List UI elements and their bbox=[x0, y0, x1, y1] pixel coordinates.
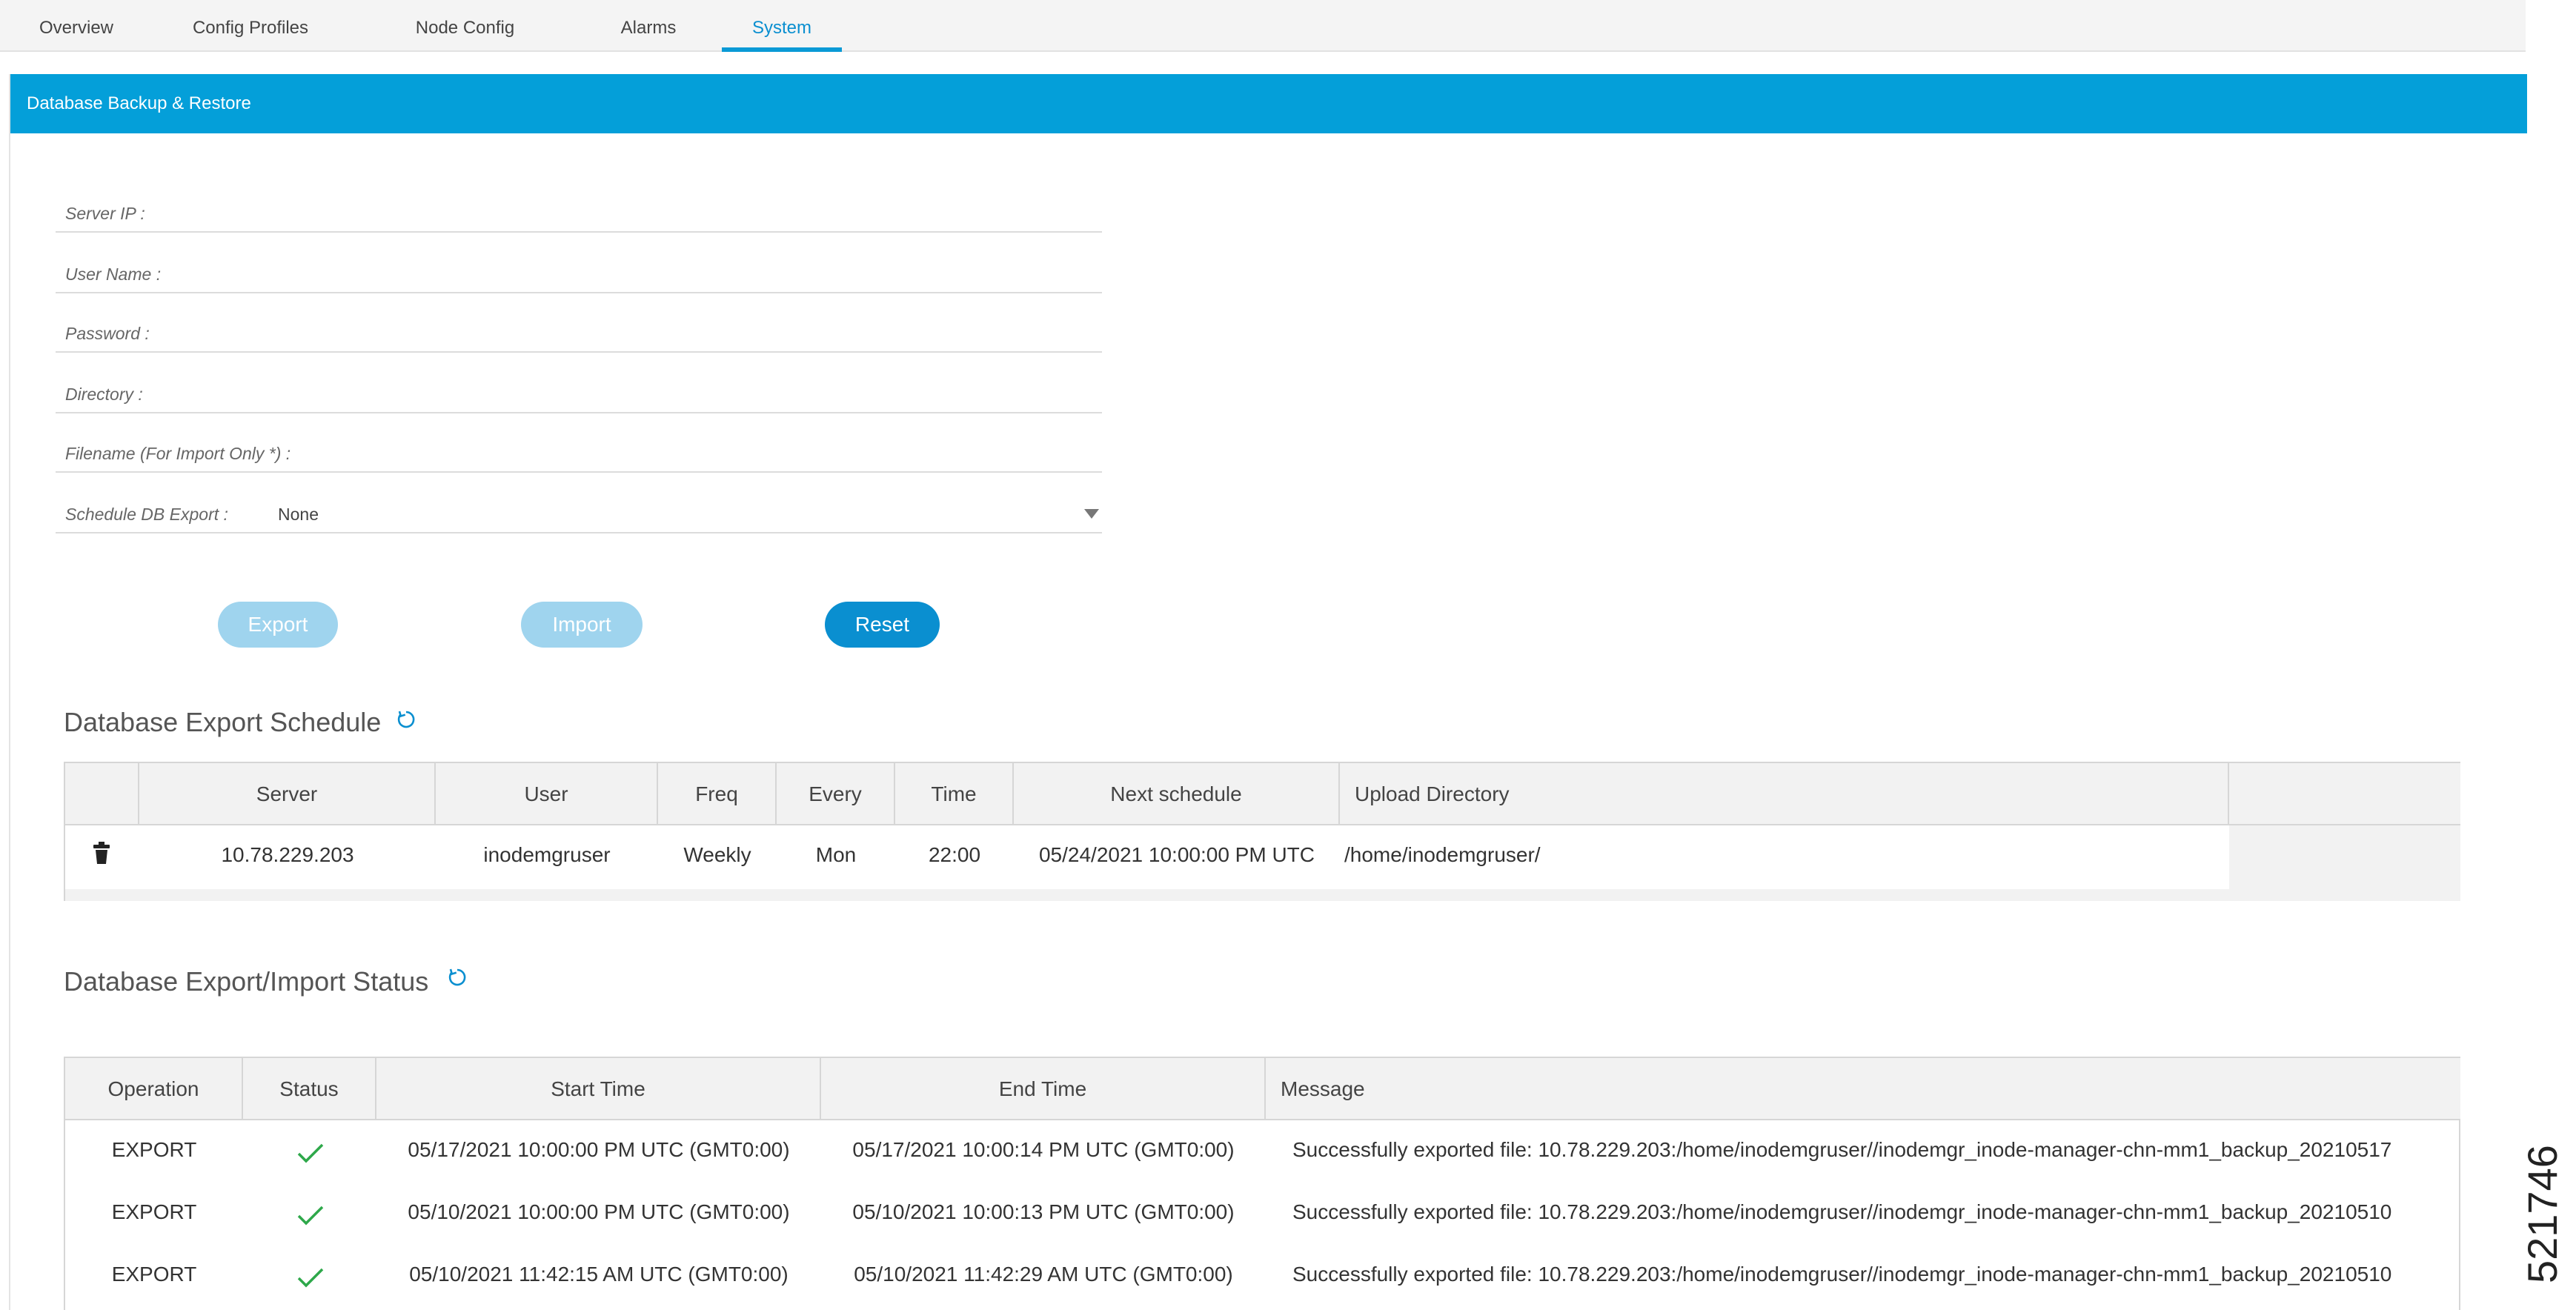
top-tab-bar: Overview Config Profiles Node Config Ala… bbox=[0, 0, 2526, 52]
filename-label: Filename (For Import Only *) : bbox=[65, 444, 291, 463]
user-name-input[interactable] bbox=[226, 261, 1063, 287]
column-header-time: Time bbox=[895, 763, 1014, 825]
cell-end-time: 05/10/2021 11:42:29 AM UTC (GMT0:00) bbox=[854, 1263, 1233, 1286]
export-schedule-table: Server User Freq Every Time Next schedul… bbox=[64, 762, 2460, 901]
export-import-status-table: Operation Status Start Time End Time Mes… bbox=[64, 1057, 2460, 1310]
cell-upload-directory: /home/inodemgruser/ bbox=[1344, 843, 1541, 866]
cell-next-schedule: 05/24/2021 10:00:00 PM UTC bbox=[1038, 843, 1315, 866]
cell-message: Successfully exported file: 10.78.229.20… bbox=[1292, 1200, 2392, 1223]
export-schedule-title: Database Export Schedule bbox=[64, 707, 382, 737]
schedule-db-export-value: None bbox=[278, 505, 319, 524]
table-row: EXPORT 05/17/2021 10:00:00 PM UTC (GMT0:… bbox=[65, 1120, 2460, 1183]
cell-message: Successfully exported file: 10.78.229.20… bbox=[1292, 1263, 2392, 1286]
directory-label: Directory : bbox=[65, 385, 143, 404]
cell-operation: EXPORT bbox=[111, 1138, 197, 1161]
caret-down-icon bbox=[1084, 509, 1099, 519]
user-name-field: User Name : bbox=[56, 253, 1102, 293]
import-button[interactable]: Import bbox=[521, 602, 643, 648]
refresh-icon[interactable] bbox=[396, 710, 416, 729]
column-header-extra bbox=[2229, 763, 2460, 825]
checkmark-icon bbox=[297, 1268, 324, 1288]
export-button[interactable]: Export bbox=[218, 602, 338, 648]
tab-config-profiles[interactable]: Config Profiles bbox=[178, 0, 323, 52]
server-ip-label: Server IP : bbox=[65, 204, 145, 223]
tab-alarms[interactable]: Alarms bbox=[604, 0, 693, 52]
directory-input[interactable] bbox=[226, 381, 1063, 408]
schedule-db-export-select[interactable]: Schedule DB Export : None bbox=[56, 493, 1102, 533]
cell-operation: EXPORT bbox=[111, 1263, 197, 1286]
cell-server: 10.78.229.203 bbox=[221, 843, 354, 866]
cell-start-time: 05/10/2021 10:00:00 PM UTC (GMT0:00) bbox=[408, 1200, 790, 1223]
row-bottom-band bbox=[65, 889, 2229, 901]
column-header-operation: Operation bbox=[65, 1058, 243, 1120]
cell-start-time: 05/17/2021 10:00:00 PM UTC (GMT0:00) bbox=[408, 1138, 790, 1161]
tab-system[interactable]: System bbox=[722, 0, 842, 52]
table-row: EXPORT 05/10/2021 10:00:00 PM UTC (GMT0:… bbox=[65, 1183, 2460, 1245]
filename-field: Filename (For Import Only *) : bbox=[56, 433, 1102, 473]
column-header-freq: Freq bbox=[658, 763, 777, 825]
password-label: Password : bbox=[65, 324, 150, 343]
server-ip-field: Server IP : bbox=[56, 193, 1102, 233]
user-name-label: User Name : bbox=[65, 265, 162, 284]
password-field: Password : bbox=[56, 313, 1102, 353]
table-row: 10.78.229.203 inodemgruser Weekly Mon 22… bbox=[65, 825, 2229, 888]
column-header-end-time: End Time bbox=[821, 1058, 1266, 1120]
row-filler bbox=[2229, 825, 2460, 901]
cell-end-time: 05/10/2021 10:00:13 PM UTC (GMT0:00) bbox=[852, 1200, 1235, 1223]
table-row: EXPORT 05/10/2021 11:42:15 AM UTC (GMT0:… bbox=[65, 1245, 2460, 1307]
column-header-actions bbox=[65, 763, 139, 825]
cell-end-time: 05/17/2021 10:00:14 PM UTC (GMT0:00) bbox=[852, 1138, 1235, 1161]
column-header-status: Status bbox=[243, 1058, 376, 1120]
reset-button[interactable]: Reset bbox=[825, 602, 940, 648]
cell-time: 22:00 bbox=[928, 843, 981, 866]
tab-node-config[interactable]: Node Config bbox=[400, 0, 530, 52]
cell-start-time: 05/10/2021 11:42:15 AM UTC (GMT0:00) bbox=[409, 1263, 789, 1286]
cell-every: Mon bbox=[815, 843, 857, 866]
panel-title: Database Backup & Restore bbox=[10, 74, 2527, 133]
directory-field: Directory : bbox=[56, 373, 1102, 413]
column-header-next-schedule: Next schedule bbox=[1014, 763, 1340, 825]
trash-icon[interactable] bbox=[93, 842, 110, 864]
password-input[interactable] bbox=[226, 320, 1063, 347]
cell-operation: EXPORT bbox=[111, 1200, 197, 1223]
column-header-upload-directory: Upload Directory bbox=[1340, 763, 2229, 825]
tab-overview[interactable]: Overview bbox=[22, 0, 130, 52]
column-header-every: Every bbox=[777, 763, 895, 825]
column-header-start-time: Start Time bbox=[376, 1058, 821, 1120]
cell-message: Successfully exported file: 10.78.229.20… bbox=[1292, 1138, 2392, 1161]
export-import-status-title: Database Export/Import Status bbox=[64, 966, 429, 997]
column-header-message: Message bbox=[1266, 1058, 2460, 1120]
filename-input[interactable] bbox=[322, 440, 1063, 467]
figure-id: 521746 bbox=[2519, 1145, 2566, 1283]
checkmark-icon bbox=[297, 1206, 324, 1226]
cell-user: inodemgruser bbox=[483, 843, 611, 866]
refresh-icon[interactable] bbox=[448, 968, 467, 987]
schedule-db-export-label: Schedule DB Export : bbox=[65, 505, 228, 524]
checkmark-icon bbox=[297, 1143, 324, 1163]
column-header-user: User bbox=[436, 763, 658, 825]
cell-freq: Weekly bbox=[683, 843, 751, 866]
server-ip-input[interactable] bbox=[226, 200, 1063, 227]
column-header-server: Server bbox=[139, 763, 436, 825]
